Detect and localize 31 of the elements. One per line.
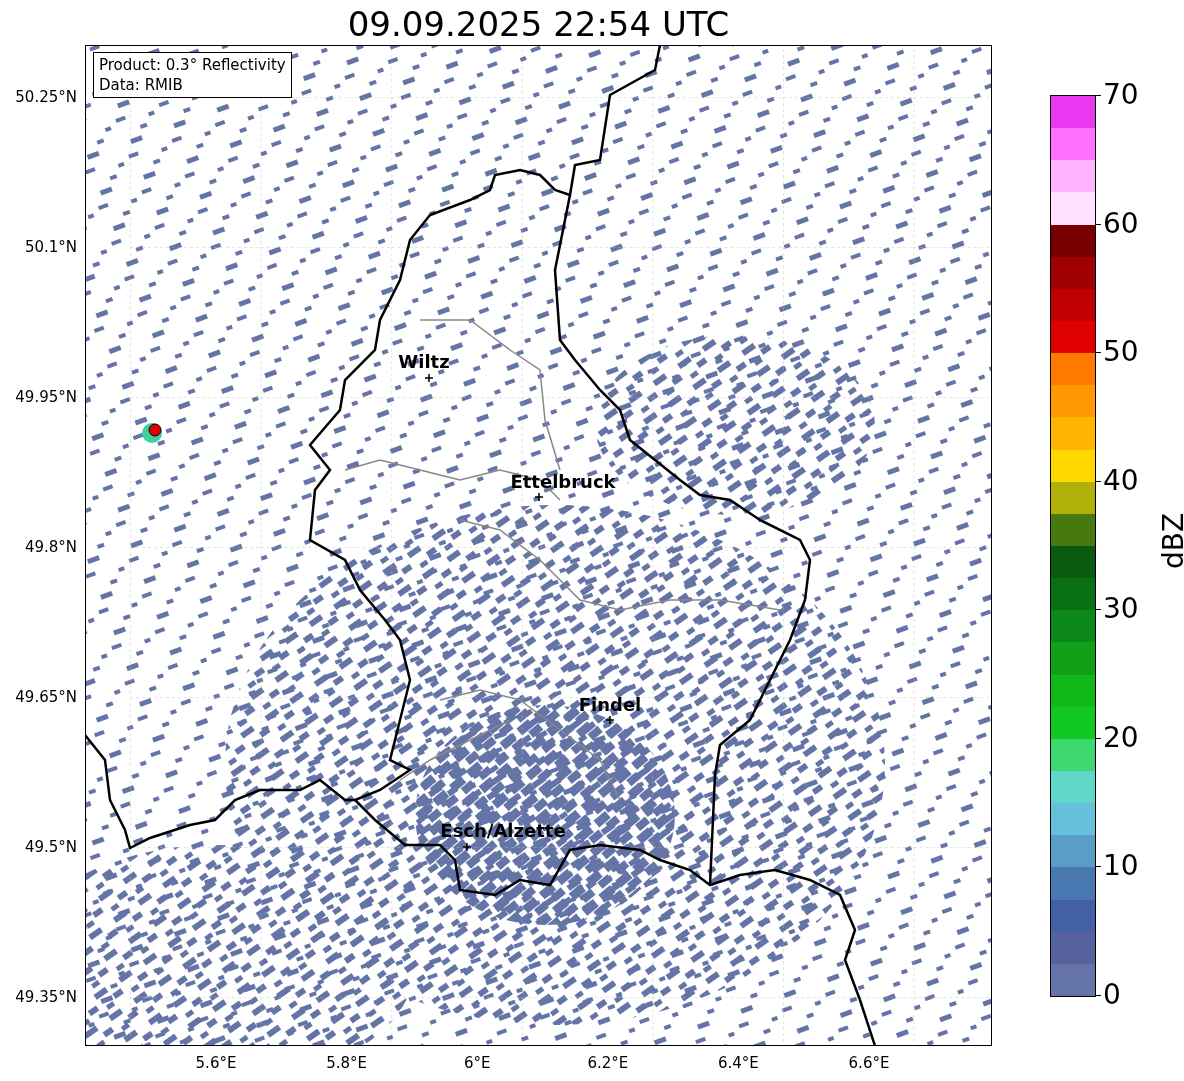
radar-site-icon — [141, 420, 165, 444]
colorbar-tick-label: 10 — [1095, 850, 1139, 883]
latitude-label: 49.8°N — [24, 538, 77, 556]
latitude-label: 50.1°N — [24, 238, 77, 256]
longitude-label: 5.8°E — [326, 1054, 367, 1072]
longitude-label: 6.4°E — [717, 1054, 759, 1072]
colorbar-tick-label: 50 — [1095, 336, 1139, 369]
longitude-label: 6.2°E — [587, 1054, 629, 1072]
longitude-label: 6°E — [463, 1054, 491, 1072]
city-marker-icon — [535, 493, 543, 501]
latitude-label: 50.25°N — [15, 88, 77, 106]
longitude-label: 6.6°E — [848, 1054, 890, 1072]
legend-text: Data: RMIB — [99, 75, 184, 95]
colorbar-tick-label: 70 — [1095, 79, 1139, 111]
legend-text: Product: 0.3° Reflectivity — [99, 55, 286, 75]
latitude-label: 49.5°N — [24, 838, 77, 856]
colorbar-tick-label: 20 — [1095, 721, 1139, 754]
colorbar-tick-label: 0 — [1095, 979, 1121, 1011]
latitude-label: 49.35°N — [15, 988, 77, 1006]
city-marker-icon — [606, 716, 614, 724]
city-label: Wiltz — [398, 351, 450, 373]
chart-title: 09.09.2025 22:54 UTC — [346, 4, 731, 44]
city-marker-icon — [425, 374, 433, 382]
latitude-label: 49.65°N — [15, 688, 77, 706]
city-marker-icon — [463, 843, 471, 851]
longitude-label: 5.6°E — [195, 1054, 237, 1072]
latitude-label: 49.95°N — [15, 388, 77, 406]
colorbar-tick-label: 30 — [1095, 593, 1139, 626]
colorbar-tick-label: 40 — [1095, 464, 1139, 497]
colorbar-label: dBZ — [1158, 512, 1184, 570]
colorbar-tick-label: 60 — [1095, 207, 1139, 240]
